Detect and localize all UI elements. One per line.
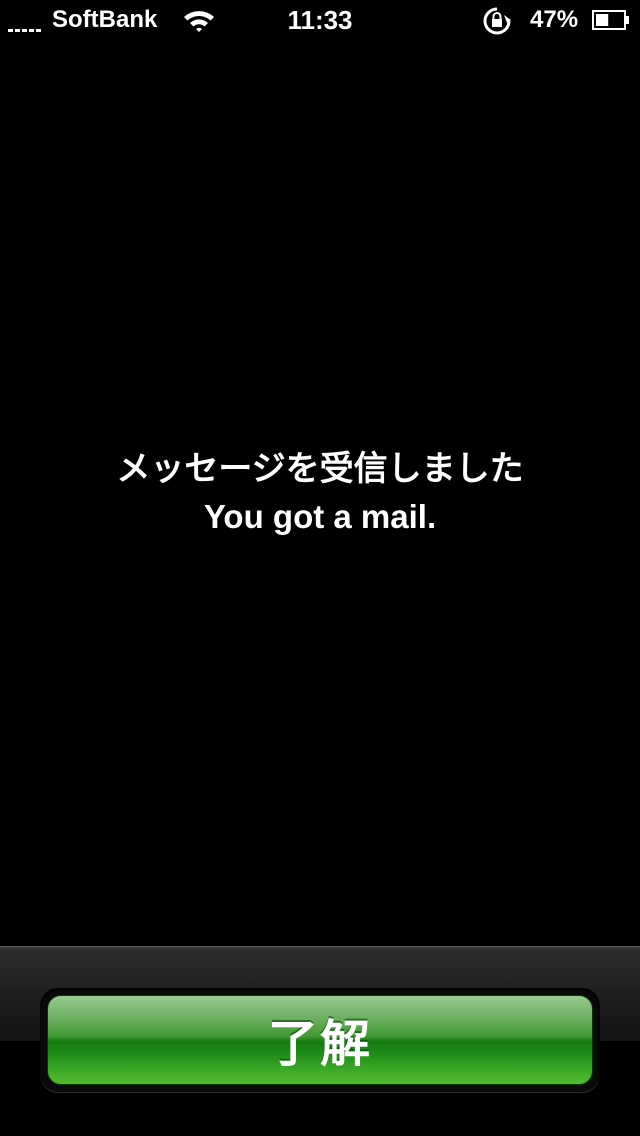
message-area: メッセージを受信しました You got a mail. (0, 446, 640, 540)
battery-percentage: 47% (530, 6, 579, 33)
message-english: You got a mail. (203, 498, 437, 535)
status-bar: SoftBank 11:33 47% (0, 0, 640, 40)
battery-icon (592, 10, 629, 30)
rotation-lock-icon (483, 7, 511, 35)
message-japanese: メッセージを受信しました (116, 449, 524, 489)
acknowledge-button[interactable]: 了解 (47, 995, 593, 1085)
acknowledge-button-label: 了解 (268, 1015, 372, 1073)
